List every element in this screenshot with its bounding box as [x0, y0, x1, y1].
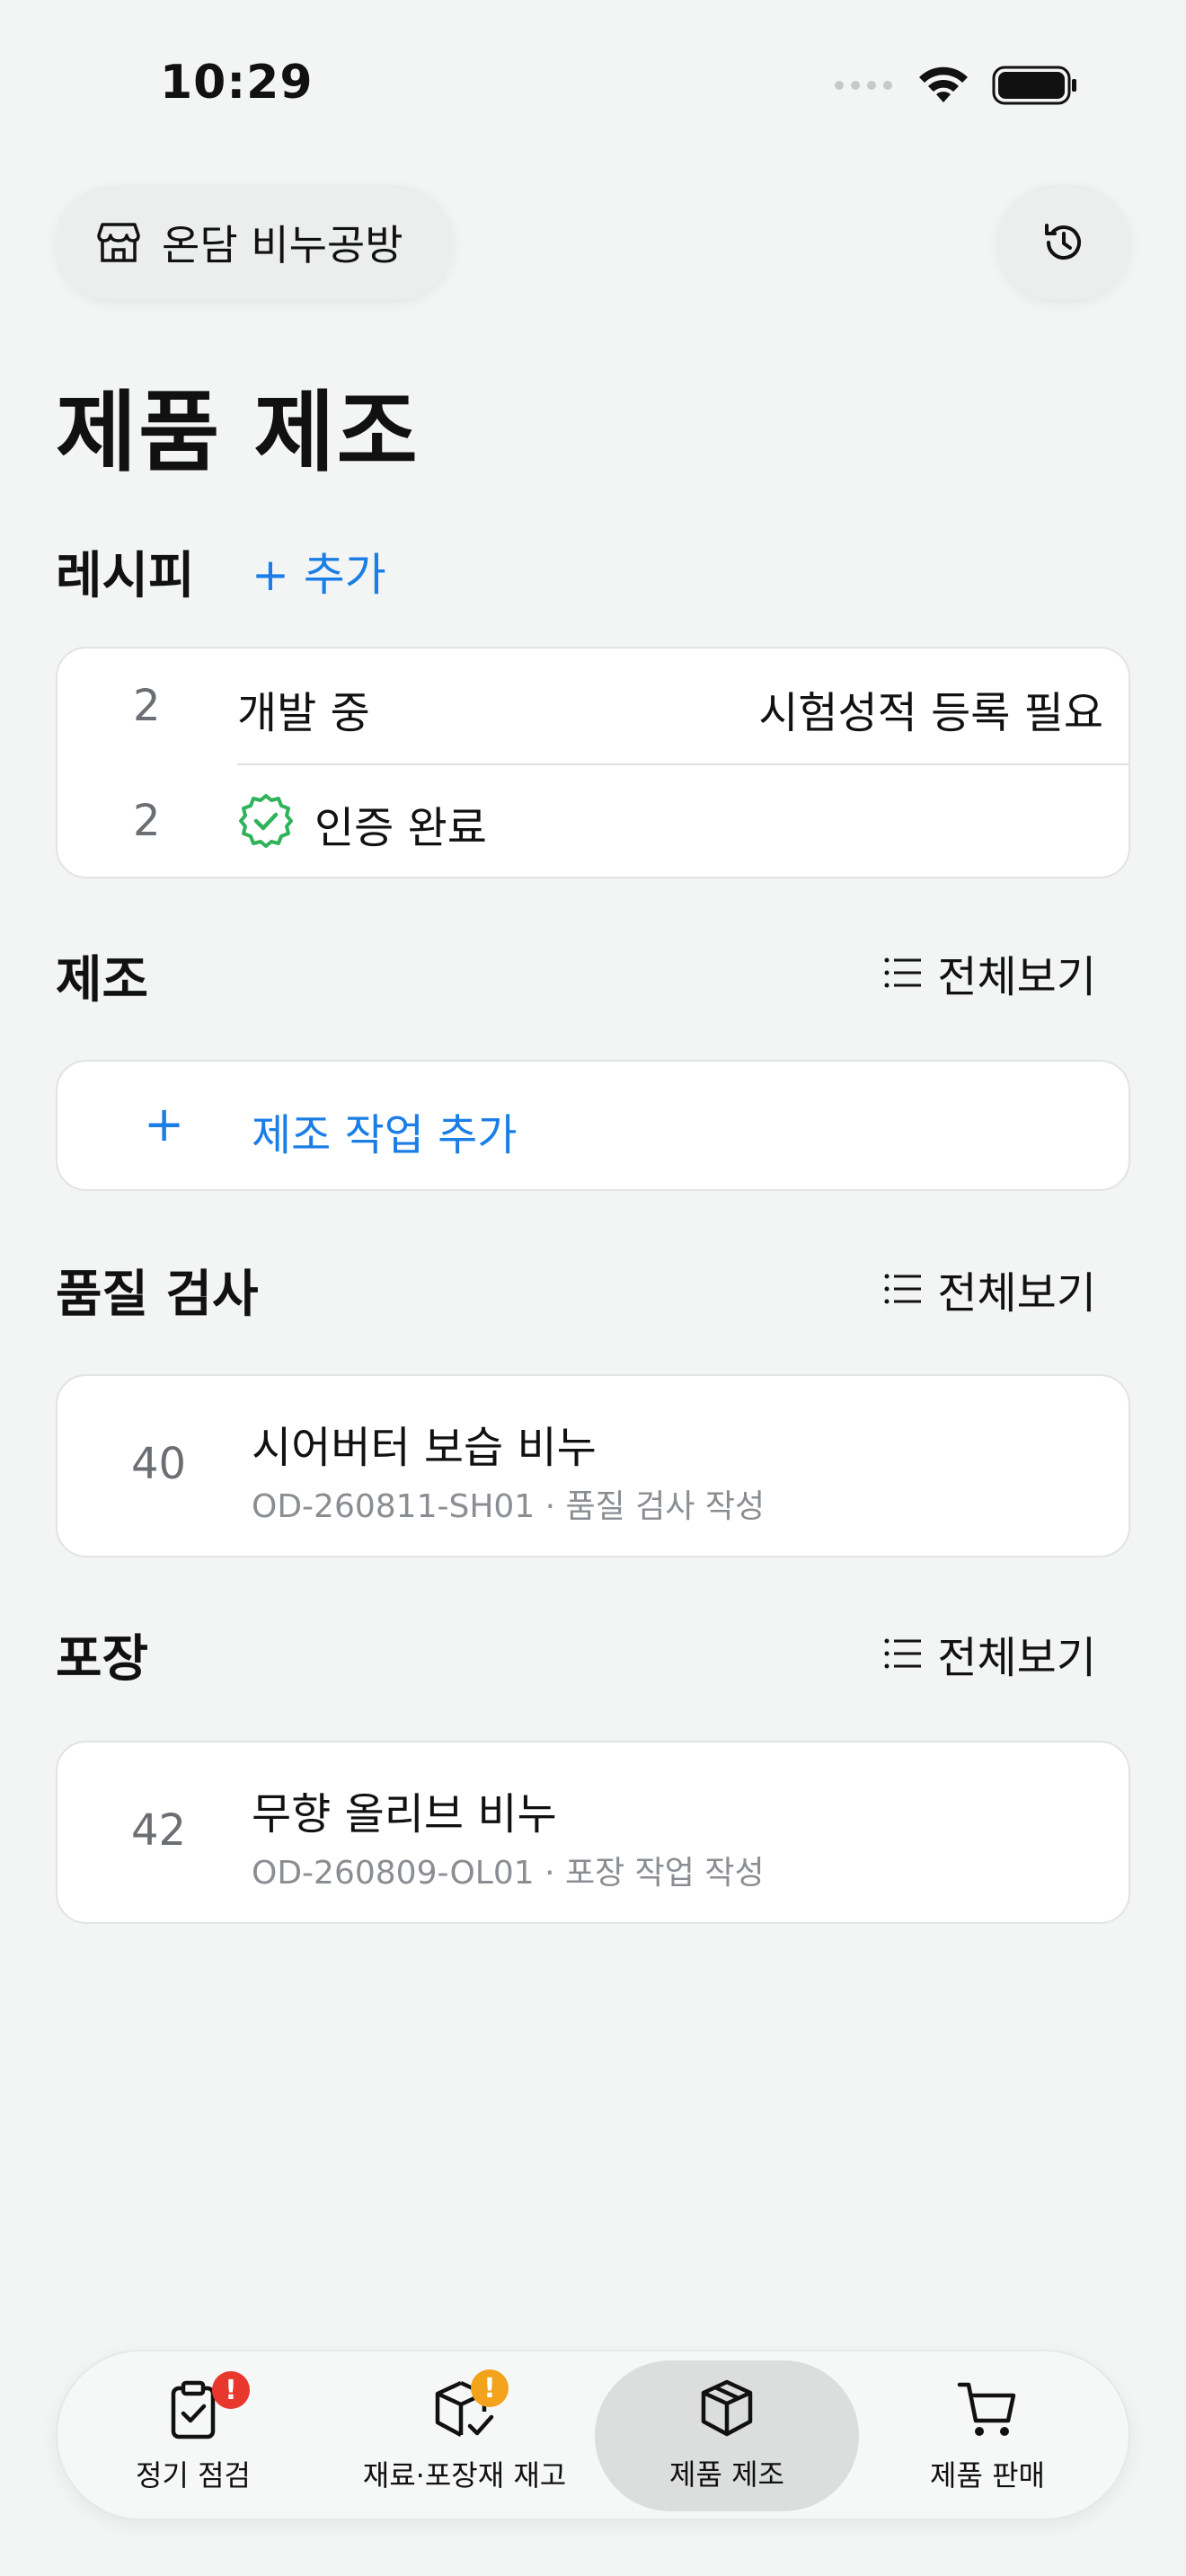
tab-label: 제품 제조 [669, 2457, 784, 2492]
add-recipe-button[interactable]: + 추가 [252, 539, 386, 604]
box-icon [701, 2379, 753, 2437]
tab-material-inventory[interactable]: 재료·포장재 재고 ! [354, 2351, 575, 2522]
recipe-row-certified[interactable]: 2 인증 완료 [58, 765, 1128, 878]
packaging-section-title: 포장 [56, 1630, 149, 1689]
history-button[interactable] [997, 185, 1130, 300]
recipe-row-in-development[interactable]: 2 개발 중 시험성적 등록 필요 [58, 648, 1128, 763]
quality-section-title: 품질 검사 [56, 1266, 259, 1324]
manufacturing-section-title: 제조 [56, 951, 149, 1010]
add-manufacturing-label: 제조 작업 추가 [252, 1110, 518, 1160]
quality-view-all-button[interactable]: 전체보기 [883, 1257, 1096, 1320]
recipes-section-title: 레시피 [56, 547, 195, 605]
plus-icon: + [144, 1096, 185, 1152]
tab-product-manufacturing[interactable]: 제품 제조 [595, 2360, 859, 2511]
page-title: 제품 제조 [56, 382, 420, 484]
list-icon [884, 957, 922, 988]
manufacturing-view-all-button[interactable]: 전체보기 [883, 941, 1096, 1004]
store-icon [97, 223, 140, 262]
quality-item[interactable]: 40 시어버터 보습 비누 OD-260811-SH01 · 품질 검사 작성 [56, 1374, 1130, 1557]
shop-selector-button[interactable]: 온담 비누공방 [56, 185, 453, 300]
list-icon [884, 1638, 922, 1669]
item-name: 무향 올리브 비누 [252, 1789, 557, 1839]
alert-badge: ! [212, 2371, 250, 2409]
cellular-signal-icon [835, 81, 892, 90]
view-all-label: 전체보기 [937, 1633, 1096, 1683]
item-detail: OD-260809-OL01 · 포장 작업 작성 [252, 1855, 765, 1892]
packaging-view-all-button[interactable]: 전체보기 [883, 1622, 1096, 1685]
recipe-count: 2 [133, 796, 161, 846]
tab-label: 정기 점검 [136, 2458, 251, 2492]
tab-bar: 정기 점검 ! 재료·포장재 재고 ! 제품 제조 제품 판매 [56, 2350, 1130, 2520]
item-name: 시어버터 보습 비누 [252, 1423, 597, 1473]
battery-icon [992, 66, 1076, 105]
warning-badge: ! [471, 2369, 509, 2407]
cart-icon [957, 2382, 1016, 2436]
recipes-card: 2 개발 중 시험성적 등록 필요 2 인증 완료 [56, 647, 1130, 878]
history-icon [1045, 224, 1081, 260]
status-time: 10:29 [160, 56, 314, 110]
item-count: 42 [131, 1805, 187, 1856]
item-detail: OD-260811-SH01 · 품질 검사 작성 [252, 1488, 766, 1525]
shop-name: 온담 비누공방 [162, 221, 403, 269]
view-all-label: 전체보기 [937, 952, 1096, 1002]
view-all-label: 전체보기 [937, 1268, 1096, 1319]
packaging-item[interactable]: 42 무향 올리브 비누 OD-260809-OL01 · 포장 작업 작성 [56, 1741, 1130, 1924]
tab-regular-inspection[interactable]: 정기 점검 ! [93, 2351, 293, 2522]
item-count: 40 [131, 1439, 187, 1489]
tab-label: 제품 판매 [930, 2458, 1045, 2492]
recipe-count: 2 [133, 681, 161, 731]
add-manufacturing-job-button[interactable]: + 제조 작업 추가 [56, 1060, 1130, 1191]
tab-label: 재료·포장재 재고 [362, 2458, 567, 2492]
recipe-status-label: 개발 중 [237, 688, 370, 738]
wifi-icon [919, 66, 968, 102]
status-icons [834, 65, 1078, 106]
recipe-note: 시험성적 등록 필요 [758, 688, 1103, 738]
recipe-status-label: 인증 완료 [314, 803, 487, 853]
list-icon [884, 1274, 922, 1304]
verified-badge-icon [239, 794, 293, 848]
tab-product-sales[interactable]: 제품 판매 [893, 2351, 1082, 2522]
